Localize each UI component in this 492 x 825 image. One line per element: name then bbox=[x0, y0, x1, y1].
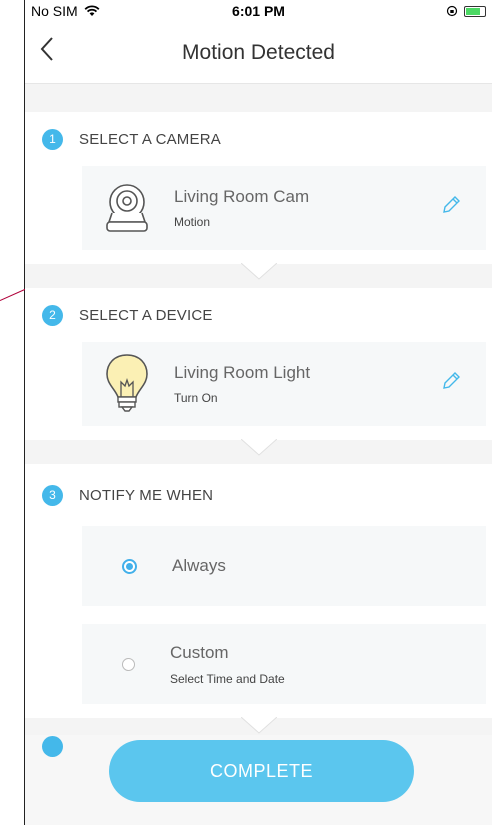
option-sublabel: Select Time and Date bbox=[170, 671, 285, 686]
step-number-badge: 3 bbox=[42, 484, 63, 506]
step-notify-me: 3 NOTIFY ME WHEN Always Custom Select Ti… bbox=[25, 464, 492, 758]
section-divider bbox=[25, 263, 492, 288]
device-card[interactable]: Living Room Light Turn On bbox=[82, 342, 486, 426]
notify-option-always[interactable]: Always bbox=[82, 526, 486, 606]
camera-icon bbox=[92, 173, 162, 243]
radio-unselected-icon[interactable] bbox=[122, 657, 135, 671]
step-title: SELECT A DEVICE bbox=[79, 306, 213, 324]
edit-pencil-icon[interactable] bbox=[440, 370, 462, 392]
orientation-lock-icon bbox=[446, 5, 458, 17]
bulb-icon bbox=[92, 349, 162, 419]
device-name: Living Room Light bbox=[174, 363, 311, 382]
device-action: Turn On bbox=[174, 391, 218, 405]
wifi-icon bbox=[84, 5, 100, 16]
step-select-device: 2 SELECT A DEVICE Living Room Light Turn… bbox=[25, 288, 492, 464]
radio-selected-icon[interactable] bbox=[122, 558, 137, 574]
spacer bbox=[25, 84, 492, 112]
section-divider bbox=[25, 439, 492, 464]
option-label: Custom bbox=[170, 642, 229, 662]
step-number-badge-partial bbox=[42, 736, 63, 757]
page-title: Motion Detected bbox=[182, 40, 335, 64]
battery-icon bbox=[464, 5, 486, 17]
camera-name: Living Room Cam bbox=[174, 187, 310, 206]
option-label: Always bbox=[172, 556, 226, 575]
camera-card[interactable]: Living Room Cam Motion bbox=[82, 166, 486, 250]
navigation-bar: Motion Detected bbox=[25, 22, 492, 84]
clock: 6:01 PM bbox=[232, 3, 285, 19]
step-select-camera: 1 SELECT A CAMERA Living Room Cam Motion bbox=[25, 112, 492, 288]
carrier-label: No SIM bbox=[31, 3, 78, 19]
back-chevron-icon[interactable] bbox=[39, 36, 55, 62]
app-screen: No SIM 6:01 PM Motion Detected 1 SELECT … bbox=[25, 0, 492, 825]
step-number-badge: 1 bbox=[42, 128, 63, 150]
notify-option-custom[interactable]: Custom Select Time and Date bbox=[82, 624, 486, 704]
edit-pencil-icon[interactable] bbox=[440, 194, 462, 216]
annotation-line bbox=[0, 288, 26, 301]
step-title: SELECT A CAMERA bbox=[79, 130, 221, 148]
step-title: NOTIFY ME WHEN bbox=[79, 486, 214, 504]
step-number-badge: 2 bbox=[42, 304, 63, 326]
complete-button[interactable]: COMPLETE bbox=[109, 740, 414, 802]
status-bar: No SIM 6:01 PM bbox=[25, 0, 492, 22]
camera-trigger: Motion bbox=[174, 215, 211, 229]
